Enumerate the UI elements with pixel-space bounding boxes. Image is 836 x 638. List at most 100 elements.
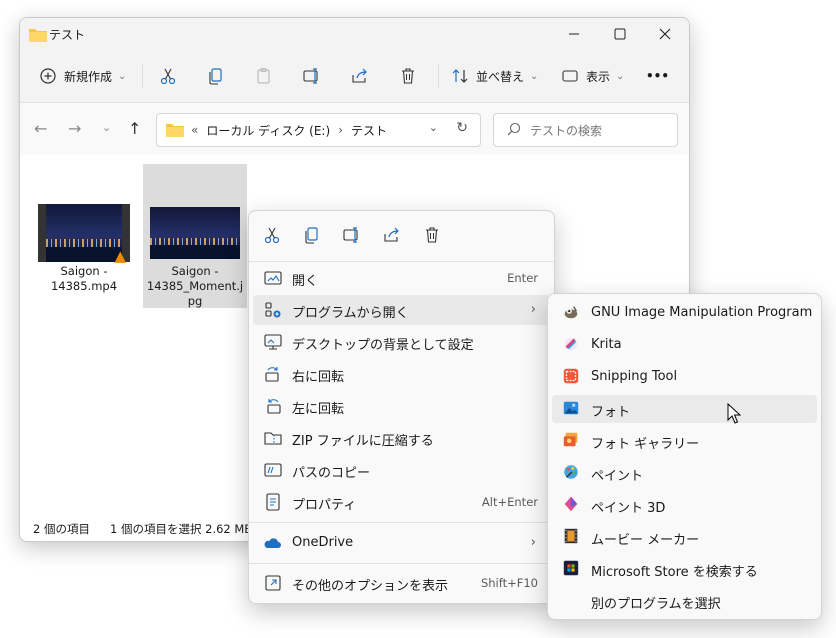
submenu-item-gimp[interactable]: GNU Image Manipulation Program — [552, 299, 817, 327]
paint-icon — [562, 463, 580, 481]
submenu-arrow-icon: › — [530, 302, 536, 317]
photos-icon — [562, 399, 580, 417]
menu-item-open[interactable]: 開く Enter — [253, 263, 550, 293]
menu-item-open-with[interactable]: プログラムから開く › — [253, 295, 550, 325]
gimp-icon — [562, 303, 580, 321]
photo-gallery-icon — [562, 431, 580, 449]
cut-icon[interactable] — [262, 225, 282, 245]
file-name: Saigon - 14385.mp4 — [50, 264, 118, 293]
video-thumbnail: ▲ — [38, 204, 130, 265]
window-title: テスト — [49, 28, 86, 42]
copy-icon[interactable] — [302, 225, 322, 245]
submenu-item-snipping-tool[interactable]: Snipping Tool — [552, 363, 817, 391]
menu-item-rotate-right[interactable]: 右に回転 — [253, 359, 550, 389]
paste-button[interactable] — [254, 62, 274, 90]
search-placeholder: テストの検索 — [530, 123, 603, 138]
context-quick-actions — [249, 211, 554, 259]
menu-item-compress-zip[interactable]: ZIP ファイルに圧縮する — [253, 423, 550, 453]
copy-icon — [206, 66, 226, 86]
copy-path-icon — [263, 460, 283, 480]
recent-locations-icon[interactable]: ⌄ — [102, 121, 111, 134]
submenu-item-paint[interactable]: ペイント — [552, 459, 817, 487]
submenu-item-choose-another-app[interactable]: 別のプログラムを選択 — [552, 587, 817, 615]
movie-maker-icon — [562, 527, 580, 545]
overflow-chevron[interactable]: « — [191, 123, 198, 137]
vlc-cone-icon: ▲ — [114, 247, 126, 265]
delete-button[interactable] — [398, 62, 418, 90]
search-box[interactable]: テストの検索 — [493, 113, 678, 147]
open-with-icon — [263, 300, 283, 320]
submenu-item-photos[interactable]: フォト — [552, 395, 817, 423]
close-button[interactable] — [642, 18, 688, 50]
title-bar[interactable]: テスト — [20, 18, 689, 50]
minimize-button[interactable] — [551, 18, 597, 50]
back-icon[interactable]: ← — [34, 119, 47, 138]
rotate-left-icon — [263, 396, 283, 416]
sort-icon — [450, 66, 470, 86]
delete-icon[interactable] — [422, 225, 442, 245]
file-name: Saigon - 14385_Moment.j pg — [146, 264, 244, 308]
submenu-item-microsoft-store[interactable]: Microsoft Store を検索する — [552, 555, 817, 583]
new-button[interactable]: 新規作成 ⌄ — [38, 62, 126, 90]
submenu-item-movie-maker[interactable]: ムービー メーカー — [552, 523, 817, 551]
properties-icon — [263, 492, 283, 512]
share-button[interactable] — [350, 62, 370, 90]
forward-icon[interactable]: → — [68, 119, 81, 138]
menu-item-properties[interactable]: プロパティ Alt+Enter — [253, 487, 550, 517]
copy-button[interactable] — [206, 62, 226, 90]
address-bar[interactable]: « ローカル ディスク (E:) › テスト ⌄ ↻ — [156, 113, 481, 147]
more-button[interactable]: ••• — [646, 62, 669, 90]
paint3d-icon — [562, 495, 580, 513]
sort-button[interactable]: 並べ替え ⌄ — [450, 62, 538, 90]
share-icon[interactable] — [382, 225, 402, 245]
onedrive-icon — [263, 533, 283, 553]
new-label: 新規作成 — [64, 69, 113, 84]
submenu-arrow-icon: › — [530, 535, 536, 550]
rename-icon[interactable] — [342, 225, 362, 245]
breadcrumb-drive[interactable]: ローカル ディスク (E:) — [206, 122, 330, 139]
krita-icon — [562, 335, 580, 353]
minimize-icon — [564, 24, 584, 44]
menu-item-onedrive[interactable]: OneDrive › — [253, 528, 550, 558]
submenu-item-photo-gallery[interactable]: フォト ギャラリー — [552, 427, 817, 455]
item-count: 2 個の項目 — [33, 522, 90, 536]
view-button[interactable]: 表示 ⌄ — [560, 62, 624, 90]
up-icon[interactable]: ↑ — [128, 119, 141, 138]
mouse-pointer-icon — [727, 402, 742, 428]
zip-icon — [263, 428, 283, 448]
menu-item-set-wallpaper[interactable]: デスクトップの背景として設定 — [253, 327, 550, 357]
refresh-icon[interactable]: ↻ — [456, 120, 468, 136]
plus-circle-icon — [38, 66, 58, 86]
navigation-bar: ← → ⌄ ↑ « ローカル ディスク (E:) › テスト ⌄ ↻ テストの検… — [20, 103, 689, 155]
breadcrumb-folder[interactable]: テスト — [351, 122, 387, 139]
selection-info: 1 個の項目を選択 2.62 MB — [110, 522, 253, 536]
file-item-image-selected[interactable]: Saigon - 14385_Moment.j pg — [143, 164, 247, 308]
open-icon — [263, 268, 283, 288]
address-dropdown-icon[interactable]: ⌄ — [429, 121, 438, 134]
submenu-item-paint-3d[interactable]: ペイント 3D — [552, 491, 817, 519]
store-icon — [562, 559, 580, 577]
submenu-item-krita[interactable]: Krita — [552, 331, 817, 359]
open-with-submenu: GNU Image Manipulation Program Krita Sni… — [547, 293, 822, 620]
menu-item-rotate-left[interactable]: 左に回転 — [253, 391, 550, 421]
cut-button[interactable] — [158, 62, 178, 90]
close-icon — [655, 24, 675, 44]
maximize-icon — [610, 24, 630, 44]
cut-icon — [158, 66, 178, 86]
more-icon: ••• — [646, 69, 670, 83]
breadcrumb-separator: › — [338, 123, 343, 137]
folder-icon — [28, 25, 48, 45]
maximize-button[interactable] — [597, 18, 643, 50]
share-icon — [350, 66, 370, 86]
search-icon — [504, 120, 524, 140]
chevron-down-icon: ⌄ — [616, 70, 625, 82]
chevron-down-icon: ⌄ — [530, 70, 539, 82]
menu-item-more-options[interactable]: その他のオプションを表示 Shift+F10 — [253, 568, 550, 598]
context-menu: 開く Enter プログラムから開く › デスクトップの背景として設定 右に回転… — [248, 210, 555, 604]
view-label: 表示 — [586, 69, 611, 84]
file-item-video[interactable]: ▲ Saigon - 14385.mp4 — [36, 204, 132, 294]
menu-item-copy-path[interactable]: パスのコピー — [253, 455, 550, 485]
paste-icon — [254, 66, 274, 86]
command-bar: 新規作成 ⌄ 並べ替え ⌄ 表示 ⌄ ••• — [20, 50, 689, 103]
rename-button[interactable] — [302, 62, 322, 90]
